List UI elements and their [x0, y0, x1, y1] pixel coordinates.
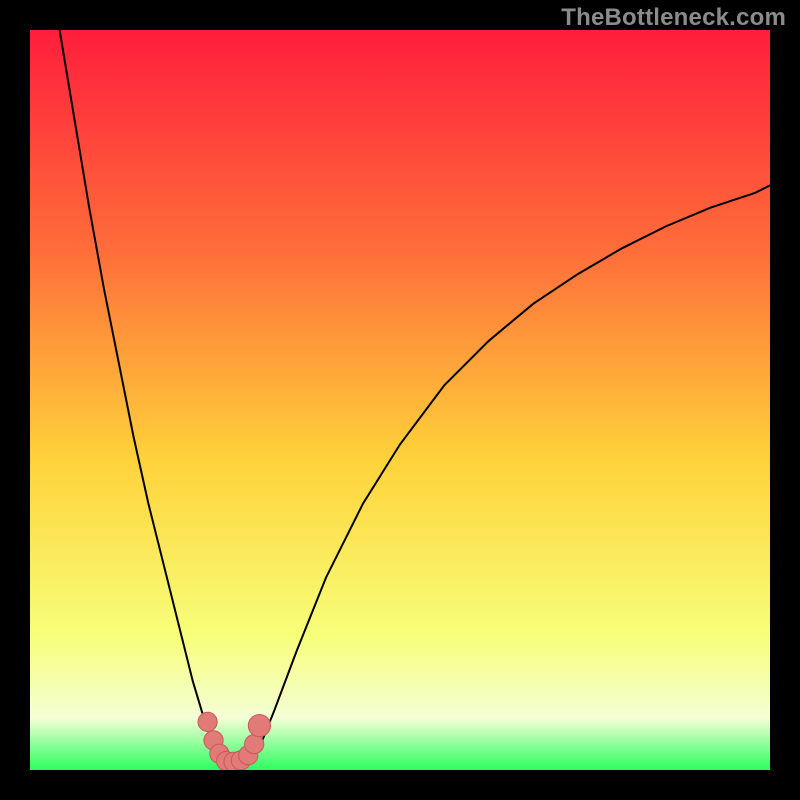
valley-marker	[245, 735, 264, 754]
plot-area	[30, 30, 770, 770]
chart-frame: TheBottleneck.com	[0, 0, 800, 800]
gradient-background	[30, 30, 770, 770]
valley-marker	[248, 715, 270, 737]
valley-marker	[198, 712, 217, 731]
watermark-text: TheBottleneck.com	[561, 4, 786, 32]
chart-svg	[30, 30, 770, 770]
